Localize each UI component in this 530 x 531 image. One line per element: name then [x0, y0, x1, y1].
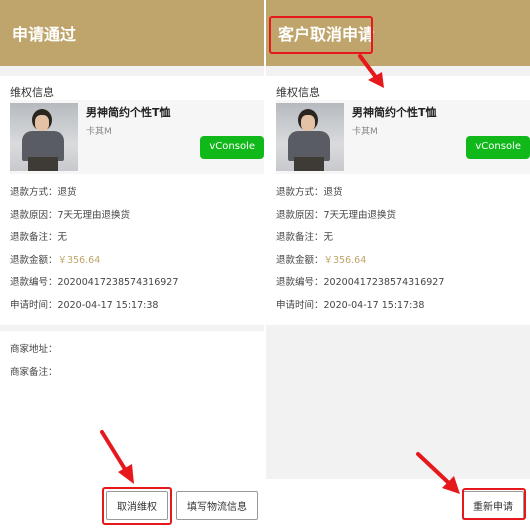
- detail-label: 退款编号：: [10, 277, 58, 288]
- detail-label: 退款方式：: [276, 187, 324, 198]
- product-item[interactable]: 男神简约个性T恤 卡其M vConsole: [276, 100, 530, 174]
- detail-row: 申请时间：2020-04-17 15:17:38: [276, 295, 520, 318]
- merchant-label: 商家地址：: [10, 344, 58, 355]
- cancelled-request-screen: 客户取消申请 维权信息 男神简约个性T恤 卡其M vConsole 退款方式：退…: [266, 0, 530, 531]
- detail-label: 退款备注：: [276, 232, 324, 243]
- merchant-row: 商家地址：: [10, 339, 254, 362]
- merchant-label: 商家备注：: [10, 366, 58, 378]
- detail-row: 退款原因：7天无理由退换货: [276, 205, 520, 228]
- highlight-box-reapply-button: [462, 488, 526, 520]
- detail-value: 退货: [57, 187, 77, 198]
- detail-label: 退款原因：: [10, 209, 58, 221]
- page-title: 申请通过: [12, 25, 77, 44]
- product-name: 男神简约个性T恤: [352, 106, 437, 119]
- page-header: 申请通过: [0, 0, 264, 66]
- detail-row: 退款备注：无: [10, 227, 254, 250]
- detail-label: 退款备注：: [10, 232, 58, 243]
- refund-amount: ￥356.64: [57, 254, 101, 266]
- highlight-box-cancel-button: [102, 487, 172, 525]
- merchant-info: 商家地址： 商家备注：: [0, 331, 264, 384]
- product-spec: 卡其M: [352, 127, 378, 137]
- detail-value: 20200417238574316927: [323, 277, 445, 288]
- refund-amount: ￥356.64: [323, 254, 367, 266]
- vconsole-button[interactable]: vConsole: [466, 136, 530, 159]
- detail-label: 退款金额：: [10, 254, 58, 266]
- detail-value: 2020-04-17 15:17:38: [57, 299, 159, 311]
- detail-value: 7天无理由退换货: [323, 209, 397, 221]
- detail-value: 无: [57, 232, 68, 243]
- product-name: 男神简约个性T恤: [86, 106, 171, 119]
- comparison-screenshot: 申请通过 维权信息 男神简约个性T恤 卡其M vConsole 退款方式：退货 …: [0, 0, 530, 531]
- detail-label: 申请时间：: [276, 299, 324, 311]
- annotation-arrow: [416, 452, 460, 494]
- detail-value: 202004172385743169​27: [57, 277, 179, 288]
- product-image: [276, 103, 344, 171]
- detail-label: 退款编号：: [276, 277, 324, 288]
- detail-value: 退货: [323, 187, 343, 198]
- product-spec: 卡其M: [86, 127, 112, 137]
- section-title: 维权信息: [276, 86, 320, 99]
- annotation-arrow: [100, 430, 134, 484]
- detail-label: 退款原因：: [276, 209, 324, 221]
- refund-info-card: 维权信息 男神简约个性T恤 卡其M vConsole 退款方式：退货 退款原因：…: [266, 76, 530, 325]
- fill-logistics-button[interactable]: 填写物流信息: [176, 490, 258, 520]
- product-image: [10, 103, 78, 171]
- detail-row: 退款金额：￥356.64: [10, 250, 254, 273]
- detail-label: 退款金额：: [276, 254, 324, 266]
- detail-value: 7天无理由退换货: [57, 209, 131, 221]
- detail-value: 2020-04-17 15:17:38: [323, 299, 425, 311]
- section-title: 维权信息: [10, 86, 54, 99]
- detail-value: 无: [323, 232, 334, 243]
- detail-row: 申请时间：2020-04-17 15:17:38: [10, 295, 254, 318]
- detail-row: 退款金额：￥356.64: [276, 250, 520, 273]
- detail-row: 退款方式：退货: [10, 182, 254, 205]
- product-item[interactable]: 男神简约个性T恤 卡其M vConsole: [10, 100, 264, 174]
- refund-details: 退款方式：退货 退款原因：7天无理由退换货 退款备注：无 退款金额：￥356.6…: [266, 174, 530, 325]
- refund-info-card: 维权信息 男神简约个性T恤 卡其M vConsole 退款方式：退货 退款原因：…: [0, 76, 264, 325]
- refund-details: 退款方式：退货 退款原因：7天无理由退换货 退款备注：无 退款金额：￥356.6…: [0, 174, 264, 325]
- detail-row: 退款原因：7天无理由退换货: [10, 205, 254, 228]
- merchant-row: 商家备注：: [10, 362, 254, 385]
- detail-label: 退款方式：: [10, 187, 58, 198]
- detail-row: 退款编号：20200417238574316927: [276, 272, 520, 295]
- detail-row: 退款方式：退货: [276, 182, 520, 205]
- vconsole-button[interactable]: vConsole: [200, 136, 264, 159]
- detail-row: 退款编号：202004172385743169​27: [10, 272, 254, 295]
- highlight-box-title: [269, 16, 373, 54]
- detail-row: 退款备注：无: [276, 227, 520, 250]
- annotation-arrow: [358, 54, 384, 88]
- detail-label: 申请时间：: [10, 299, 58, 311]
